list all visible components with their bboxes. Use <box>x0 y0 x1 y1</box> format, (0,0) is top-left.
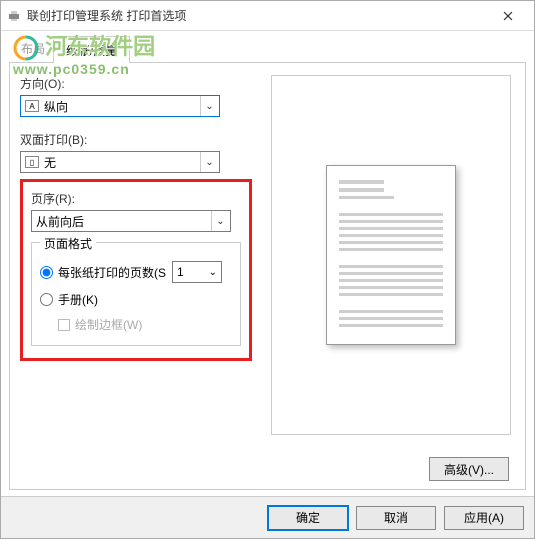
orientation-value: 纵向 <box>44 98 200 115</box>
draw-border-row: 绘制边框(W) <box>58 316 232 333</box>
booklet-radio[interactable] <box>40 293 53 306</box>
pages-per-sheet-label: 每张纸打印的页数(S <box>58 264 166 281</box>
chevron-down-icon: ⌄ <box>200 152 218 172</box>
page-order-value: 从前向后 <box>36 213 211 230</box>
duplex-value: 无 <box>44 154 200 171</box>
page-order-select[interactable]: 从前向后 ⌄ <box>31 210 231 232</box>
pages-per-sheet-select[interactable]: 1 ⌄ <box>172 261 222 283</box>
page-format-fieldset: 页面格式 每张纸打印的页数(S 1 ⌄ 手册(K) <box>31 242 241 346</box>
portrait-icon: A <box>25 100 39 112</box>
tab-strip: 布局 纸张/质量 <box>1 31 534 62</box>
highlighted-region: 页序(R): 从前向后 ⌄ 页面格式 每张纸打印的页数(S 1 ⌄ <box>20 179 252 361</box>
apply-button[interactable]: 应用(A) <box>444 506 524 530</box>
cancel-button[interactable]: 取消 <box>356 506 436 530</box>
preview-pane <box>271 75 511 435</box>
close-button[interactable] <box>488 1 528 31</box>
tab-layout-dim: 布局 <box>13 35 53 62</box>
page-order-label: 页序(R): <box>31 190 241 207</box>
draw-border-checkbox[interactable] <box>58 319 70 331</box>
advanced-button[interactable]: 高级(V)... <box>429 457 509 481</box>
page-icon: ▯ <box>25 156 39 168</box>
orientation-label: 方向(O): <box>20 75 260 92</box>
chevron-down-icon: ⌄ <box>211 211 229 231</box>
tab-paper-quality[interactable]: 纸张/质量 <box>53 36 130 63</box>
page-format-legend: 页面格式 <box>40 235 96 252</box>
preview-page <box>326 165 456 345</box>
ok-button[interactable]: 确定 <box>268 506 348 530</box>
duplex-select[interactable]: ▯ 无 ⌄ <box>20 151 220 173</box>
print-preferences-dialog: 联创打印管理系统 打印首选项 河东软件园 www.pc0359.cn 布局 纸张… <box>0 0 535 539</box>
chevron-down-icon: ⌄ <box>200 96 218 116</box>
titlebar: 联创打印管理系统 打印首选项 <box>1 1 534 31</box>
booklet-label: 手册(K) <box>58 291 98 308</box>
dialog-footer: 确定 取消 应用(A) <box>1 496 534 538</box>
duplex-label: 双面打印(B): <box>20 131 260 148</box>
pages-per-sheet-row: 每张纸打印的页数(S 1 ⌄ <box>40 261 232 283</box>
orientation-select[interactable]: A 纵向 ⌄ <box>20 95 220 117</box>
window-title: 联创打印管理系统 打印首选项 <box>27 7 488 24</box>
draw-border-label: 绘制边框(W) <box>75 316 142 333</box>
chevron-down-icon: ⌄ <box>209 267 217 278</box>
left-column: 方向(O): A 纵向 ⌄ 双面打印(B): ▯ 无 ⌄ 页序(R): 从前向后… <box>20 75 260 361</box>
pages-per-sheet-value: 1 <box>177 265 184 279</box>
tab-panel: 方向(O): A 纵向 ⌄ 双面打印(B): ▯ 无 ⌄ 页序(R): 从前向后… <box>9 62 526 490</box>
pages-per-sheet-radio[interactable] <box>40 266 53 279</box>
printer-icon <box>7 9 21 23</box>
booklet-row: 手册(K) <box>40 291 232 308</box>
